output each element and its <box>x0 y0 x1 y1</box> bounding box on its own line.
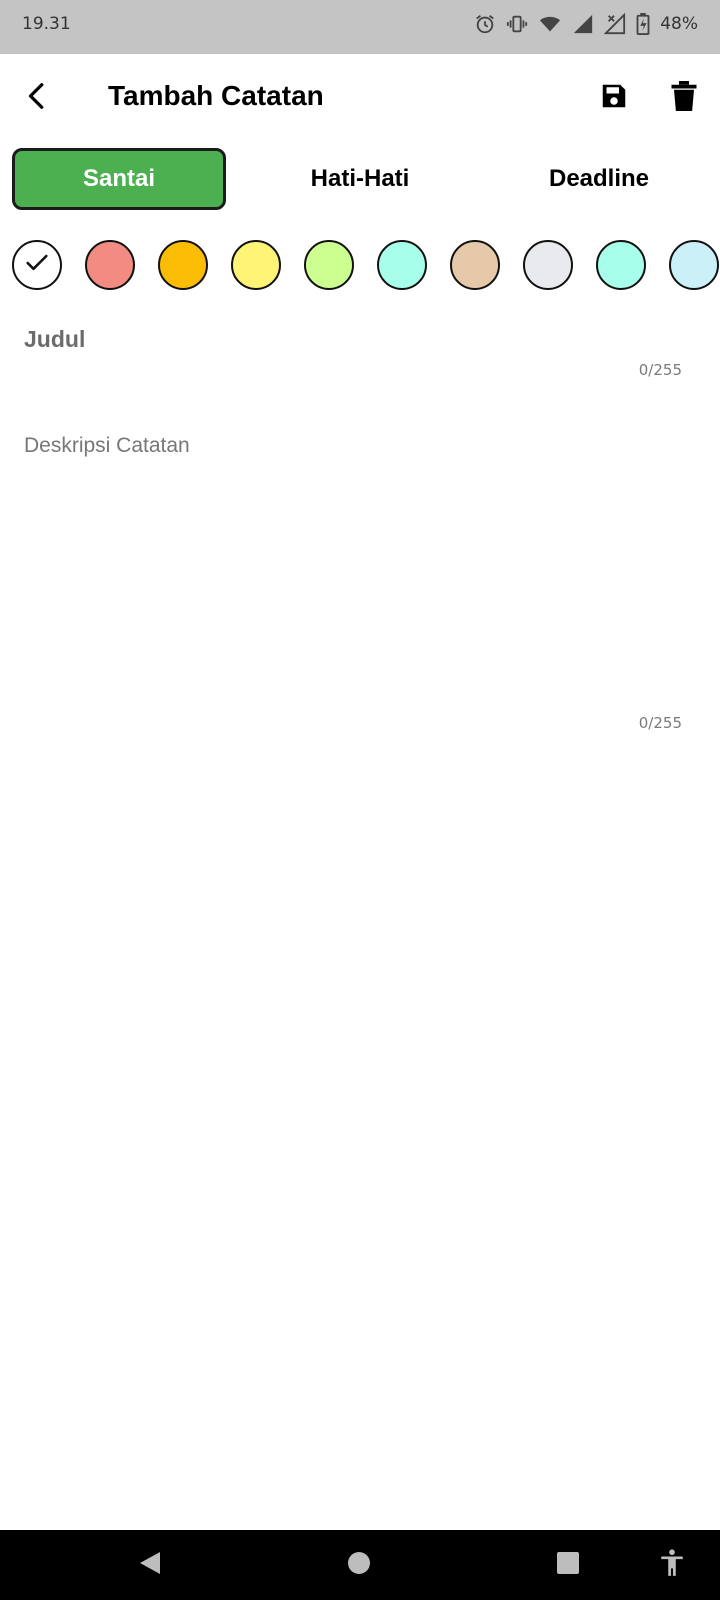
status-icons: 48% <box>474 12 698 36</box>
vibrate-icon <box>506 13 528 35</box>
recents-square-icon <box>556 1551 580 1580</box>
tab-deadline[interactable]: Deadline <box>492 148 706 210</box>
nav-home-button[interactable] <box>339 1545 379 1585</box>
color-picker <box>0 240 720 292</box>
color-swatch[interactable] <box>596 240 646 290</box>
title-counter: 0/255 <box>638 361 682 379</box>
accessibility-icon <box>659 1548 685 1582</box>
nav-accessibility-button[interactable] <box>652 1545 692 1585</box>
back-button[interactable] <box>14 74 62 122</box>
priority-tabs: Santai Hati-Hati Deadline <box>0 148 720 216</box>
color-swatch[interactable] <box>231 240 281 290</box>
signal-icon <box>572 13 594 35</box>
color-swatch[interactable] <box>450 240 500 290</box>
back-triangle-icon <box>138 1550 162 1581</box>
check-icon <box>23 249 51 282</box>
battery-charging-icon <box>636 13 650 35</box>
color-swatch[interactable] <box>377 240 427 290</box>
home-circle-icon <box>347 1551 371 1580</box>
tab-santai[interactable]: Santai <box>12 148 226 210</box>
alarm-icon <box>474 13 496 35</box>
color-swatch[interactable] <box>523 240 573 290</box>
back-arrow-icon <box>23 81 53 116</box>
color-swatch[interactable] <box>158 240 208 290</box>
nav-recents-button[interactable] <box>548 1545 588 1585</box>
description-counter: 0/255 <box>638 714 682 732</box>
delete-icon <box>671 80 697 116</box>
save-button[interactable] <box>590 74 638 122</box>
status-time: 19.31 <box>22 14 71 34</box>
title-input[interactable]: Judul <box>24 326 85 353</box>
wifi-icon <box>538 13 562 35</box>
description-input[interactable]: Deskripsi Catatan <box>24 434 190 458</box>
color-swatch[interactable] <box>669 240 719 290</box>
app-bar: Tambah Catatan <box>0 54 720 144</box>
delete-button[interactable] <box>660 74 708 122</box>
nav-back-button[interactable] <box>130 1545 170 1585</box>
color-swatch[interactable] <box>12 240 62 290</box>
color-swatch[interactable] <box>85 240 135 290</box>
color-swatch[interactable] <box>304 240 354 290</box>
tab-hati-hati[interactable]: Hati-Hati <box>253 148 467 210</box>
battery-percent: 48% <box>660 14 698 34</box>
page-title: Tambah Catatan <box>108 80 324 111</box>
save-icon <box>599 81 629 116</box>
no-signal-icon <box>604 13 626 35</box>
status-bar: 19.31 48% <box>0 0 720 54</box>
system-nav-bar <box>0 1530 720 1600</box>
